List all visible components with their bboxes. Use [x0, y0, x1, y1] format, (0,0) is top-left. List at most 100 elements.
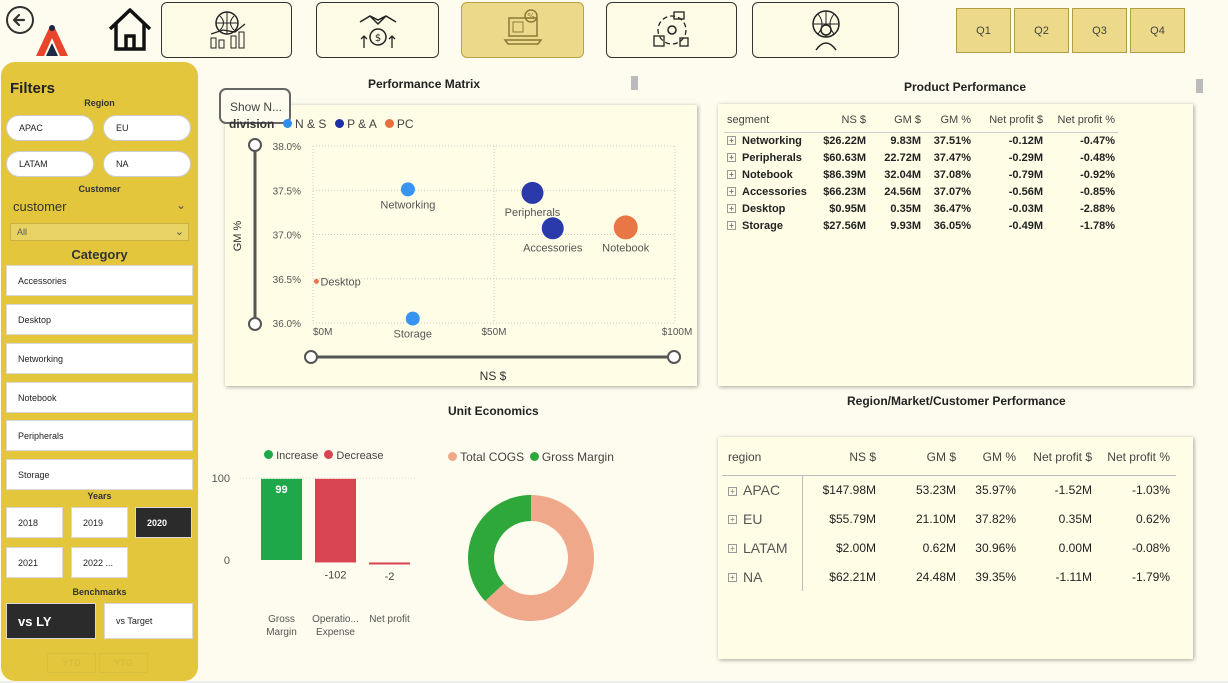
- expand-plus-icon[interactable]: +: [727, 136, 736, 146]
- nav-finance-button[interactable]: [161, 2, 292, 58]
- column-header[interactable]: Net profit %: [1046, 108, 1118, 133]
- column-header[interactable]: GM $: [869, 108, 924, 133]
- column-header[interactable]: Net profit %: [1098, 439, 1176, 476]
- ytd-button[interactable]: YTD: [47, 653, 96, 673]
- category-desktop-button[interactable]: Desktop: [6, 304, 193, 335]
- back-button[interactable]: [5, 5, 35, 35]
- region-latam-button[interactable]: LATAM: [6, 151, 94, 177]
- table-cell: -1.79%: [1131, 569, 1170, 584]
- table-cell: -0.29M: [1008, 151, 1043, 164]
- scatter-point: [521, 181, 544, 204]
- quarter-q2-button[interactable]: Q2: [1014, 8, 1069, 53]
- table-cell: $0.95M: [829, 202, 866, 215]
- expand-plus-icon[interactable]: +: [727, 187, 736, 197]
- table-row[interactable]: + Storage $27.56M 9.93M 36.05% -0.49M -1.78%: [724, 217, 1118, 234]
- table-cell: 22.72M: [884, 151, 921, 164]
- expand-plus-icon[interactable]: +: [728, 544, 737, 554]
- y-axis-label: GM %: [232, 221, 244, 252]
- column-header[interactable]: segment: [724, 108, 814, 133]
- ytg-button[interactable]: YTG: [99, 653, 148, 673]
- table-row[interactable]: + Notebook $86.39M 32.04M 37.08% -0.79M -0.92%: [724, 166, 1118, 183]
- legend-marker-increase: [264, 450, 273, 459]
- table-cell: $27.56M: [823, 219, 866, 232]
- benchmark-vs-ly-button[interactable]: vs LY: [6, 603, 96, 639]
- visual-scrollbar[interactable]: [1196, 79, 1203, 93]
- point-label: Desktop: [320, 276, 360, 288]
- region-eu-button[interactable]: EU: [103, 115, 191, 141]
- table-row[interactable]: + APAC $147.98M 53.23M 35.97% -1.52M -1.03%: [722, 475, 1176, 504]
- expand-plus-icon[interactable]: +: [728, 515, 737, 525]
- x-tick-label: Operatio...: [312, 614, 359, 625]
- column-header[interactable]: NS $: [802, 439, 882, 476]
- table-row[interactable]: + Desktop $0.95M 0.35M 36.47% -0.03M -2.88%: [724, 200, 1118, 217]
- table-cell: 0.00M: [1058, 540, 1092, 555]
- legend-marker-pa: [334, 119, 344, 128]
- expand-plus-icon[interactable]: +: [728, 486, 737, 496]
- category-networking-button[interactable]: Networking: [6, 343, 193, 374]
- table-cell: 37.07%: [933, 185, 971, 198]
- table-row[interactable]: + Peripherals $60.63M 22.72M 37.47% -0.29M -0.…: [724, 149, 1118, 166]
- nav-sales-button[interactable]: $: [316, 2, 439, 58]
- table-row[interactable]: + EU $55.79M 21.10M 37.82% 0.35M 0.62%: [722, 504, 1176, 533]
- year-2018-button[interactable]: 2018: [6, 507, 63, 538]
- customer-dropdown-header[interactable]: customer ⌄: [13, 198, 188, 217]
- year-2019-button[interactable]: 2019: [71, 507, 128, 538]
- column-header[interactable]: GM %: [962, 439, 1022, 476]
- finance-globe-chart-icon: [210, 11, 245, 49]
- column-header[interactable]: GM $: [882, 439, 962, 476]
- nav-supply-chain-button[interactable]: [606, 2, 737, 58]
- quarter-q1-button[interactable]: Q1: [956, 8, 1011, 53]
- table-row[interactable]: + NA $62.21M 24.48M 39.35% -1.11M -1.79%: [722, 562, 1176, 591]
- nav-marketing-button[interactable]: %: [461, 2, 584, 58]
- column-header[interactable]: GM %: [924, 108, 974, 133]
- legend-title: division: [229, 117, 275, 131]
- year-2022-button[interactable]: 2022 ...: [71, 547, 128, 578]
- column-header[interactable]: Net profit $: [974, 108, 1046, 133]
- visual-scrollbar[interactable]: [631, 76, 638, 90]
- category-storage-button[interactable]: Storage: [6, 459, 193, 490]
- year-2021-button[interactable]: 2021: [6, 547, 63, 578]
- table-cell: 24.56M: [884, 185, 921, 198]
- quarter-q3-button[interactable]: Q3: [1072, 8, 1127, 53]
- table-cell: $86.39M: [823, 168, 866, 181]
- category-notebook-button[interactable]: Notebook: [6, 382, 193, 413]
- expand-plus-icon[interactable]: +: [727, 153, 736, 163]
- year-2020-button[interactable]: 2020: [135, 507, 192, 538]
- table-cell: -1.11M: [1055, 569, 1092, 584]
- executive-globe-person-icon: [811, 10, 840, 51]
- x-tick-label: $100M: [662, 327, 693, 338]
- category-accessories-button[interactable]: Accessories: [6, 265, 193, 296]
- x-tick-label: Gross: [268, 614, 295, 625]
- expand-plus-icon[interactable]: +: [728, 573, 737, 583]
- row-label: Networking: [742, 134, 802, 147]
- table-cell: -0.08%: [1131, 540, 1170, 555]
- column-header[interactable]: NS $: [814, 108, 869, 133]
- data-label: -2: [385, 571, 395, 583]
- expand-plus-icon[interactable]: +: [727, 204, 736, 214]
- table-cell: $147.98M: [822, 482, 876, 497]
- table-cell: -0.47%: [1080, 134, 1115, 147]
- row-label: Notebook: [742, 168, 793, 181]
- table-row[interactable]: + Networking $26.22M 9.83M 37.51% -0.12M -0.47…: [724, 132, 1118, 149]
- nav-executive-button[interactable]: [752, 2, 899, 58]
- product-performance-table: segment NS $ GM $ GM % Net profit $ Net profi…: [724, 108, 1118, 234]
- expand-plus-icon[interactable]: +: [727, 170, 736, 180]
- expand-plus-icon[interactable]: +: [727, 221, 736, 231]
- scatter-point: [613, 215, 638, 240]
- years-label: Years: [87, 491, 112, 501]
- region-na-button[interactable]: NA: [103, 151, 191, 177]
- column-header[interactable]: region: [722, 439, 802, 476]
- table-cell: 9.93M: [890, 219, 921, 232]
- table-cell: 39.35%: [975, 569, 1016, 584]
- table-row[interactable]: + Accessories $66.23M 24.56M 37.07% -0.56M -0.…: [724, 183, 1118, 200]
- home-button[interactable]: [106, 5, 154, 53]
- table-row[interactable]: + LATAM $2.00M 0.62M 30.96% 0.00M -0.08%: [722, 533, 1176, 562]
- benchmark-vs-target-button[interactable]: vs Target: [104, 603, 193, 639]
- quarter-q4-button[interactable]: Q4: [1130, 8, 1185, 53]
- region-apac-button[interactable]: APAC: [6, 115, 94, 141]
- column-header[interactable]: Net profit $: [1022, 439, 1098, 476]
- table-cell: -0.92%: [1080, 168, 1115, 181]
- customer-select[interactable]: All ⌄: [10, 223, 189, 241]
- table-cell: $2.00M: [835, 540, 876, 555]
- category-peripherals-button[interactable]: Peripherals: [6, 420, 193, 451]
